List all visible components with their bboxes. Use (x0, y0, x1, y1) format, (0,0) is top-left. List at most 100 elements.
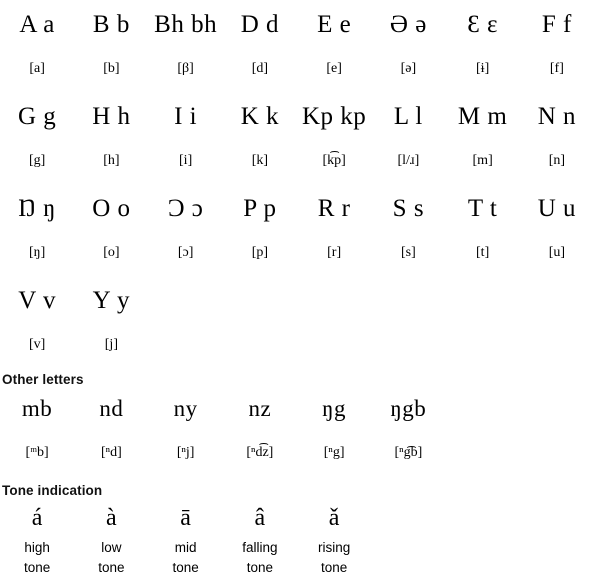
ipa-cell (223, 321, 297, 368)
ipa-value: [ⁿj] (176, 445, 195, 460)
tone-label-line2: tone (246, 560, 274, 575)
ipa-cell: [ⁿj] (149, 431, 223, 475)
ipa-value: [s] (400, 245, 416, 260)
ipa-value: [ⁿg͡b] (394, 445, 423, 460)
ipa-value: [ɨ] (476, 61, 490, 76)
tone-cell (446, 498, 520, 538)
tone-label-line1: mid (174, 540, 197, 555)
ipa-value: [j] (104, 337, 118, 352)
tone-label-line2: tone (23, 560, 51, 575)
letter-glyph: Ɛ ɛ (467, 11, 499, 38)
letter-glyph: E e (317, 11, 352, 38)
letter-glyph: O o (92, 195, 131, 222)
ipa-cell: [k͡p] (297, 137, 371, 184)
ipa-cell: [e] (297, 45, 371, 92)
ipa-cell (371, 321, 445, 368)
ipa-cell: [ŋ] (0, 229, 74, 276)
tone-label-cell: low tone (74, 538, 148, 578)
alphabet-cell (223, 276, 297, 321)
other-letter-cell: mb (0, 387, 74, 431)
ipa-cell: [d] (223, 45, 297, 92)
alphabet-cell: L l (371, 92, 445, 137)
letter-glyph: ŋgb (390, 396, 427, 421)
alphabet-cell: Ə ə (371, 0, 445, 45)
ipa-cell: [s] (371, 229, 445, 276)
other-letter-cell (446, 387, 520, 431)
tone-cell: à (74, 498, 148, 538)
tone-cell: â (223, 498, 297, 538)
tone-indication-heading: Tone indication (2, 483, 103, 498)
letter-glyph: K k (240, 103, 280, 130)
alphabet-cell: H h (74, 92, 148, 137)
other-letters-table: mb nd ny nz ŋg ŋgb [ᵐb] [ⁿd] [ⁿj] [ⁿd͡z]… (0, 387, 594, 475)
letter-glyph: N n (537, 103, 577, 130)
letter-glyph: Kp kp (301, 103, 367, 130)
alphabet-cell: B b (74, 0, 148, 45)
ipa-cell: [ɔ] (149, 229, 223, 276)
letter-glyph (297, 276, 371, 280)
letter-glyph: H h (92, 103, 131, 130)
letter-glyph: mb (21, 396, 53, 421)
letter-glyph: ny (173, 396, 198, 421)
ipa-cell: [ⁿg] (297, 431, 371, 475)
tone-mark-glyph: ǎ (328, 505, 340, 531)
letter-glyph: F f (541, 11, 572, 38)
letter-glyph: Bh bh (154, 11, 218, 38)
alphabet-cell: Ɔ ɔ (149, 184, 223, 229)
tone-label-cell: mid tone (149, 538, 223, 578)
alphabet-cell (297, 276, 371, 321)
letter-glyph: R r (317, 195, 351, 222)
ipa-value: [β] (177, 61, 194, 76)
tone-cell (371, 498, 445, 538)
ipa-value: [n] (548, 153, 566, 168)
letter-glyph: nz (248, 396, 272, 421)
ipa-cell: [f] (520, 45, 594, 92)
letter-glyph (446, 276, 520, 280)
alphabet-cell: Ɛ ɛ (446, 0, 520, 45)
tone-label-cell: high tone (0, 538, 74, 578)
ipa-value: [ⁿg] (323, 445, 345, 460)
ipa-value: [g] (28, 153, 46, 168)
tone-label-line1: low (101, 540, 122, 555)
tone-mark-glyph: á (31, 505, 43, 531)
alphabet-cell: T t (446, 184, 520, 229)
ipa-cell: [p] (223, 229, 297, 276)
ipa-value: [ə] (400, 61, 417, 76)
letter-glyph (149, 276, 223, 280)
letter-glyph: A a (19, 11, 55, 38)
ipa-value: [i] (179, 153, 193, 168)
ipa-value: [d] (251, 61, 269, 76)
alphabet-cell: Ŋ ŋ (0, 184, 74, 229)
tone-mark-glyph: à (106, 505, 117, 531)
alphabet-cell: I i (149, 92, 223, 137)
letter-glyph: S s (392, 195, 425, 222)
alphabet-cell (149, 276, 223, 321)
ipa-cell: [b] (74, 45, 148, 92)
ipa-cell (520, 321, 594, 368)
ipa-cell: [m] (446, 137, 520, 184)
ipa-value: [l/ɹ] (397, 153, 420, 168)
letter-glyph: I i (174, 103, 198, 130)
alphabet-cell (446, 276, 520, 321)
letter-glyph: B b (92, 11, 130, 38)
letter-glyph (223, 276, 297, 280)
letter-glyph: Ɔ ɔ (167, 195, 204, 222)
ipa-value: [ⁿd] (101, 445, 122, 460)
ipa-cell (297, 321, 371, 368)
ipa-cell: [ᵐb] (0, 431, 74, 475)
alphabet-cell: F f (520, 0, 594, 45)
other-letters-heading: Other letters (2, 372, 84, 387)
ipa-value: [f] (549, 61, 564, 76)
ipa-cell: [ɨ] (446, 45, 520, 92)
alphabet-cell (520, 276, 594, 321)
tone-label-line2: tone (172, 560, 199, 575)
tone-mark-glyph: ā (180, 505, 191, 531)
other-letter-cell: nd (74, 387, 148, 431)
ipa-cell (446, 321, 520, 368)
ipa-value: [a] (29, 61, 45, 76)
ipa-value: [k] (251, 153, 269, 168)
tone-label-row: high tone low tone mid tone falling tone… (0, 538, 594, 578)
alphabet-cell: D d (223, 0, 297, 45)
tone-label-line2: tone (98, 560, 125, 575)
letter-glyph: Y y (92, 287, 131, 314)
